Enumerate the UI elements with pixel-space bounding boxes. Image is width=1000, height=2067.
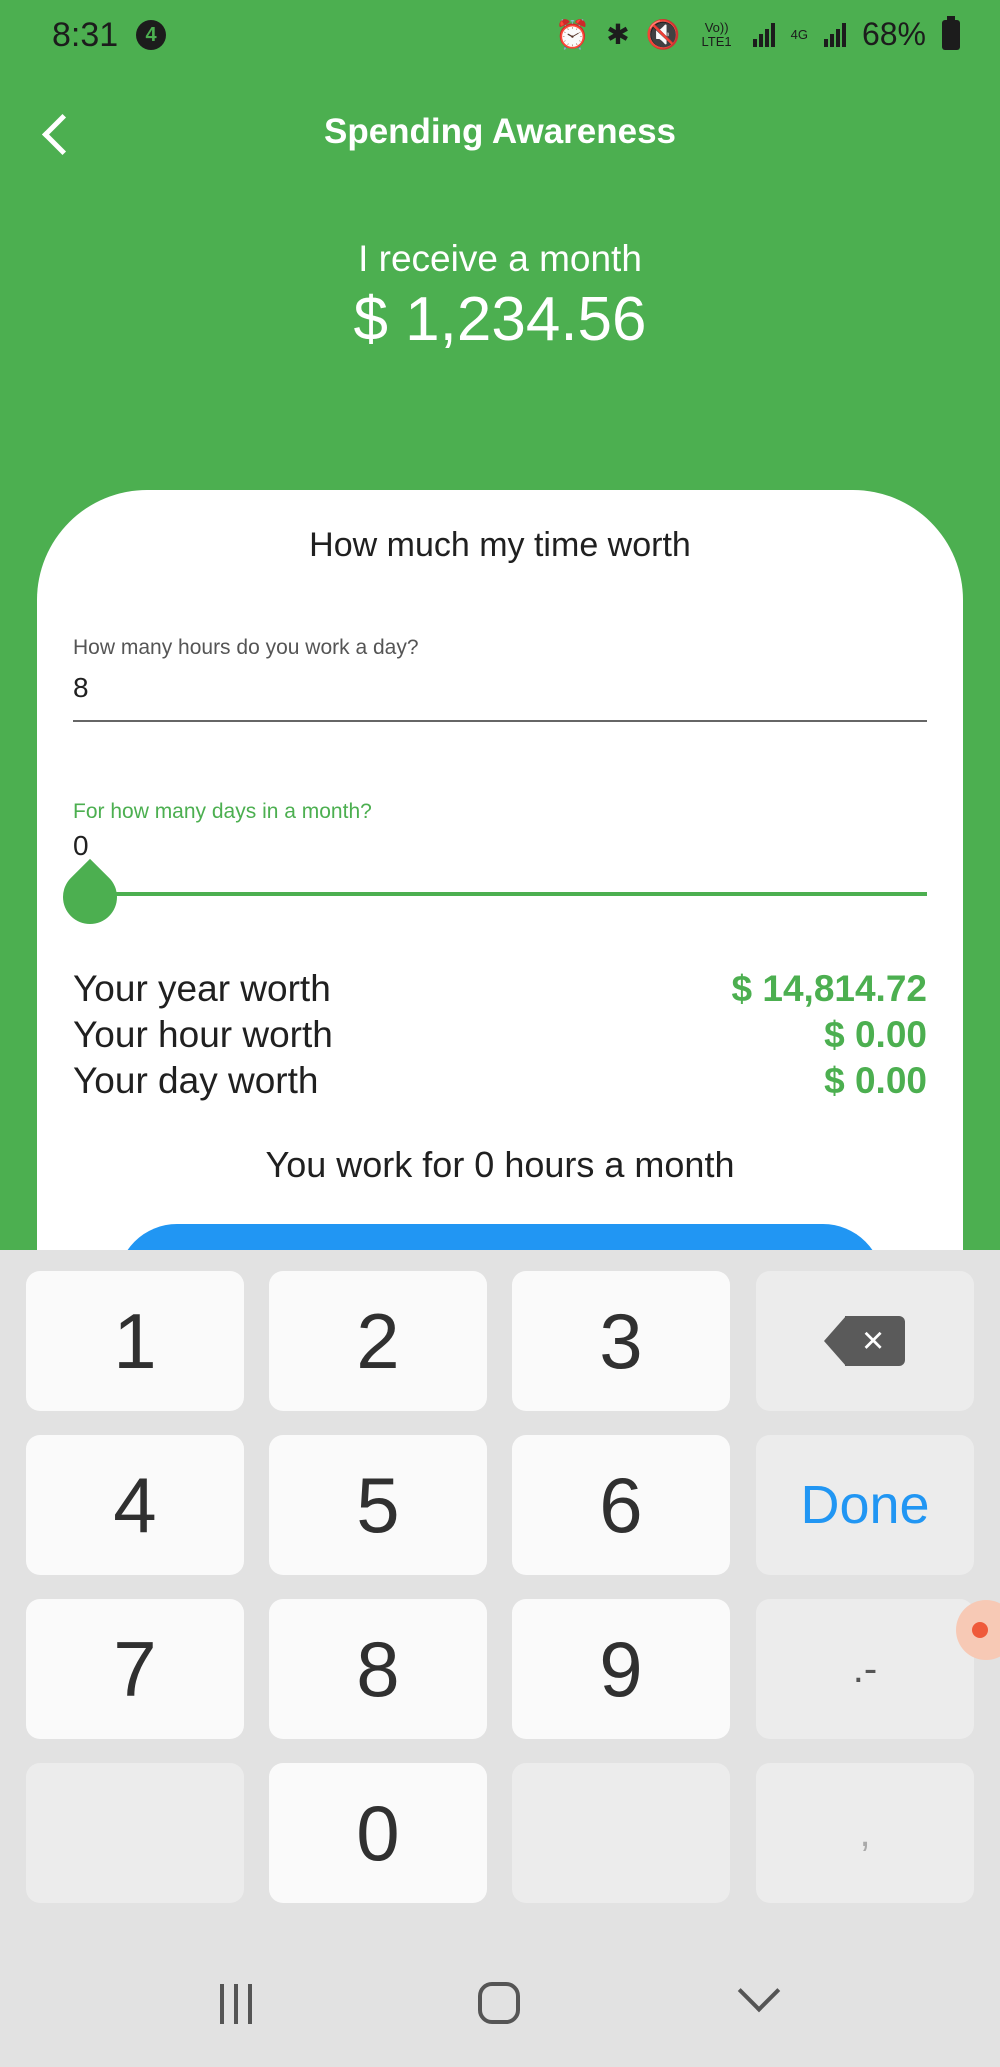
bluetooth-icon: ✱ [606, 19, 630, 50]
system-nav-bar [0, 1940, 1000, 2067]
days-field-label: For how many days in a month? [73, 800, 372, 823]
dot-dash-key[interactable]: .- [756, 1599, 974, 1739]
app-bar: Spending Awareness [0, 70, 1000, 200]
backspace-icon: × [824, 1316, 906, 1366]
hours-per-day-input[interactable] [73, 666, 927, 722]
stat-value: $ 0.00 [824, 1060, 927, 1101]
income-label: I receive a month [358, 238, 642, 279]
key-3[interactable]: 3 [512, 1271, 730, 1411]
signal-icon-2 [823, 22, 846, 47]
key-0[interactable]: 0 [269, 1763, 487, 1903]
stat-row-year: Your year worth $ 14,814.72 [73, 968, 927, 1014]
mute-icon: 🔇 [645, 19, 681, 50]
stat-row-hour: Your hour worth $ 0.00 [73, 1014, 927, 1060]
home-icon[interactable] [478, 1982, 520, 2024]
stat-label: Your year worth [73, 968, 331, 1009]
network-label: 4G [790, 26, 808, 42]
stat-row-day: Your day worth $ 0.00 [73, 1060, 927, 1106]
status-time: 8:31 [52, 16, 119, 54]
signal-icon [752, 22, 775, 47]
chevron-down-icon[interactable] [737, 1969, 781, 2013]
stat-label: Your day worth [73, 1060, 319, 1101]
key-6[interactable]: 6 [512, 1435, 730, 1575]
comma-key[interactable]: , [756, 1763, 974, 1903]
stat-label: Your hour worth [73, 1014, 333, 1055]
alarm-icon: ⏰ [555, 19, 591, 50]
status-icons: ⏰ ✱ 🔇 Vo)) LTE1 4G 68% [555, 15, 960, 53]
volte-label: Vo)) LTE1 [701, 19, 732, 49]
hours-field-label: How many hours do you work a day? [73, 636, 419, 659]
key-4[interactable]: 4 [26, 1435, 244, 1575]
stat-value: $ 0.00 [824, 1014, 927, 1055]
notification-count-badge: 4 [136, 20, 166, 50]
done-button[interactable]: Done [756, 1435, 974, 1575]
days-slider-thumb[interactable] [51, 858, 129, 936]
days-value: 0 [73, 830, 89, 861]
empty-key [512, 1763, 730, 1903]
battery-percent: 68% [861, 16, 926, 52]
recent-apps-icon[interactable] [220, 1984, 262, 2024]
stat-value: $ 14,814.72 [731, 968, 927, 1009]
key-1[interactable]: 1 [26, 1271, 244, 1411]
key-8[interactable]: 8 [269, 1599, 487, 1739]
key-2[interactable]: 2 [269, 1271, 487, 1411]
battery-icon [942, 15, 960, 50]
card-title: How much my time worth [309, 526, 691, 564]
key-5[interactable]: 5 [269, 1435, 487, 1575]
key-9[interactable]: 9 [512, 1599, 730, 1739]
time-worth-card: How much my time worth How many hours do… [37, 490, 963, 1304]
status-bar: 8:31 4 ⏰ ✱ 🔇 Vo)) LTE1 4G 68% [0, 0, 1000, 70]
days-slider-track[interactable] [73, 892, 927, 896]
key-7[interactable]: 7 [26, 1599, 244, 1739]
empty-key [26, 1763, 244, 1903]
income-value[interactable]: $ 1,234.56 [0, 284, 1000, 355]
backspace-button[interactable]: × [756, 1271, 974, 1411]
page-title: Spending Awareness [323, 112, 677, 151]
hours-summary: You work for 0 hours a month [265, 1144, 735, 1185]
